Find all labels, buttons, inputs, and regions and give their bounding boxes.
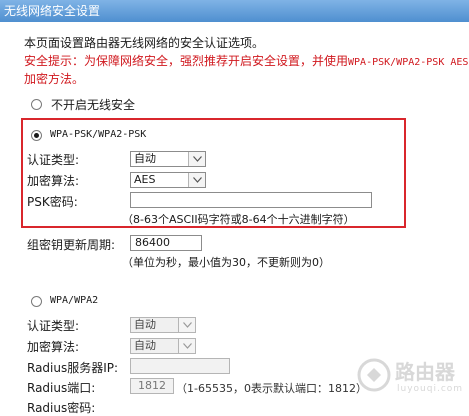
watermark: 路由器 luyouqi.com [357,354,463,402]
label-radius-port: Radius端口: [27,381,96,395]
select-wpa-auth-type[interactable]: 自动 [130,317,196,333]
label-radius-ip: Radius服务器IP: [27,361,119,375]
window-title: 无线网络安全设置 [0,0,469,22]
label-group-key-renewal: 组密钥更新周期: [27,238,116,252]
label-wpa-psk: WPA-PSK/WPA2-PSK [50,129,147,140]
group-key-hint: （单位为秒，最小值为30，不更新则为0） [122,256,330,269]
watermark-name: 路由器 [395,360,455,384]
chevron-down-icon [178,318,195,332]
select-wpa-encryption-value: 自动 [134,339,156,352]
chevron-down-icon [178,339,195,353]
radius-ip-input[interactable] [130,358,230,374]
label-psk-password: PSK密码: [27,195,78,209]
label-wpa-encryption: 加密算法: [27,340,80,354]
label-encryption: 加密算法: [27,174,80,188]
security-tip-text: 安全提示：为保障网络安全，强烈推荐开启安全设置，并使用 [24,54,349,68]
security-tip: 安全提示：为保障网络安全，强烈推荐开启安全设置，并使用WPA-PSK/WPA2-… [24,52,468,69]
radio-wpa-psk[interactable] [31,130,42,141]
group-key-renewal-input[interactable]: 86400 [130,235,202,251]
select-auth-type-value: 自动 [134,152,156,165]
select-auth-type[interactable]: 自动 [130,151,206,167]
security-tip-cont: 加密方法。 [24,72,85,86]
select-encryption[interactable]: AES [130,172,206,188]
chevron-down-icon [188,152,205,166]
radius-port-hint: （1-65535，0表示默认端口：1812） [176,382,367,395]
watermark-url: luyouqi.com [397,384,464,394]
select-wpa-encryption[interactable]: 自动 [130,338,196,354]
intro-text: 本页面设置路由器无线网络的安全认证选项。 [24,36,265,50]
security-tip-method: WPA-PSK/WPA2-PSK AES [348,57,469,68]
select-wpa-auth-type-value: 自动 [134,318,156,331]
psk-hint: （8-63个ASCII码字符或8-64个十六进制字符） [122,213,355,226]
label-wpa-auth-type: 认证类型: [27,319,80,333]
radius-port-input[interactable]: 1812 [130,378,174,394]
label-no-security: 不开启无线安全 [51,98,136,112]
radio-wpa[interactable] [31,296,42,307]
router-logo-icon [357,358,391,392]
psk-password-input[interactable] [130,192,372,208]
label-wpa: WPA/WPA2 [50,295,99,306]
label-auth-type: 认证类型: [27,153,80,167]
radio-no-security[interactable] [31,99,42,110]
select-encryption-value: AES [134,173,156,186]
chevron-down-icon [188,173,205,187]
